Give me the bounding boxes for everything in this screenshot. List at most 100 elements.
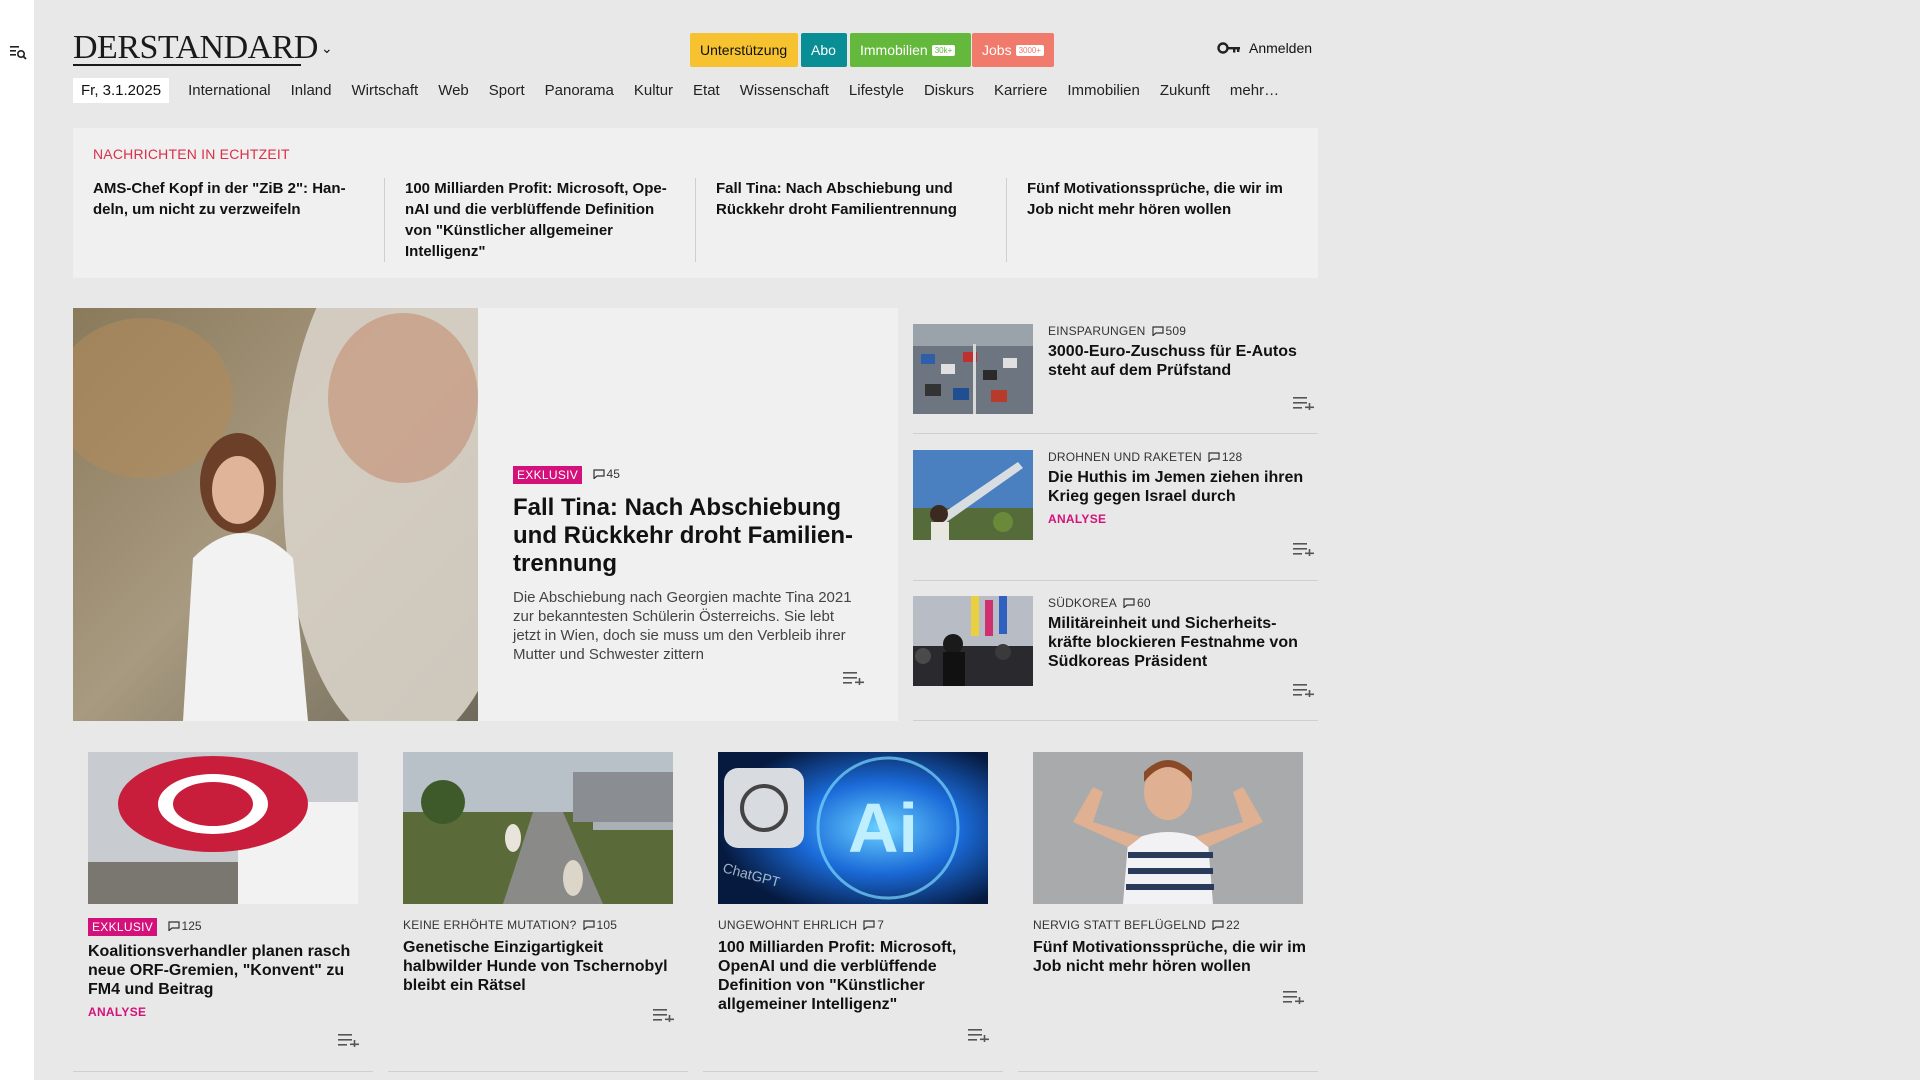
nav-item-diskurs[interactable]: Diskurs — [924, 82, 974, 99]
article-kicker: DROHNEN UND RAKETEN — [1048, 450, 1202, 464]
add-to-list-icon[interactable] — [1293, 396, 1315, 410]
comment-icon — [592, 469, 605, 479]
nav-item-inland[interactable]: Inland — [291, 82, 332, 99]
article-card[interactable]: NERVIG STATT BEFLÜGELND 22 Fünf Motivati… — [1018, 752, 1318, 1072]
immobilien-button[interactable]: Immobilien 30k+ — [850, 33, 971, 67]
add-to-list-icon[interactable] — [1293, 542, 1315, 556]
side-article-title[interactable]: 3000-Euro-Zuschuss für E-Autos steht auf… — [1048, 342, 1313, 380]
comment-count[interactable]: 60 — [1123, 596, 1151, 610]
comment-count[interactable]: 125 — [167, 919, 202, 933]
live-news-item[interactable]: 100 Milliarden Profit: Microsoft, Ope­nA… — [384, 178, 695, 262]
article-card[interactable]: Ai ChatGPT UNGEWOHNT EHRLICH 7 100 Milli… — [703, 752, 1003, 1072]
ai-logo-text: Ai — [848, 789, 918, 867]
nav-item-more[interactable]: mehr… — [1230, 82, 1279, 99]
comment-count[interactable]: 22 — [1212, 918, 1240, 932]
add-to-list-icon[interactable] — [1283, 990, 1305, 1004]
nav-item-sport[interactable]: Sport — [489, 82, 525, 99]
article-kicker: SÜDKOREA — [1048, 596, 1117, 610]
comment-count-value: 128 — [1221, 450, 1243, 464]
nav-item-etat[interactable]: Etat — [693, 82, 720, 99]
comment-count[interactable]: 45 — [592, 467, 620, 481]
comment-count[interactable]: 128 — [1208, 450, 1243, 464]
header: DERSTANDARD ⌄ Unterstützung Abo Immobili… — [73, 0, 1318, 110]
section-nav: Fr, 3.1.2025 International Inland Wirtsc… — [73, 76, 1299, 104]
nav-item-panorama[interactable]: Panorama — [545, 82, 614, 99]
nav-item-kultur[interactable]: Kultur — [634, 82, 673, 99]
live-news-item[interactable]: Fall Tina: Nach Abschiebung und Rückkehr… — [695, 178, 1006, 262]
side-article-title[interactable]: Militäreinheit und Sicherheits­kräfte bl… — [1048, 614, 1313, 671]
logo[interactable]: DERSTANDARD — [73, 29, 318, 67]
add-to-list-icon[interactable] — [843, 671, 865, 685]
article-kicker: NERVIG STATT BEFLÜGELND — [1033, 918, 1207, 932]
nav-item-international[interactable]: International — [188, 82, 271, 99]
comment-count-value: 7 — [877, 918, 885, 932]
comment-count-value: 125 — [181, 919, 202, 933]
lead-article-image — [73, 308, 478, 721]
side-article[interactable]: EINSPARUNGEN 509 3000-Euro-Zuschuss für … — [913, 308, 1318, 434]
menu-search-icon[interactable] — [9, 43, 27, 61]
lead-article-title[interactable]: Fall Tina: Nach Abschiebung und Rückkehr… — [513, 494, 863, 578]
comment-icon — [1208, 452, 1220, 462]
immo-count-badge: 30k+ — [931, 45, 956, 56]
nav-item-wissenschaft[interactable]: Wissenschaft — [740, 82, 829, 99]
comment-icon — [1212, 920, 1224, 930]
analyse-label: ANALYSE — [1048, 512, 1107, 526]
exklusiv-badge: EXKLUSIV — [88, 918, 158, 936]
key-icon — [1217, 42, 1240, 54]
add-to-list-icon[interactable] — [968, 1028, 990, 1042]
lead-article[interactable]: EXKLUSIV 45 Fall Tina: Nach Abschiebung … — [73, 308, 898, 721]
side-article-image — [913, 596, 1033, 686]
nav-item-lifestyle[interactable]: Lifestyle — [849, 82, 904, 99]
article-card[interactable]: KEINE ERHÖHTE MUTATION? 105 Genetische E… — [388, 752, 688, 1072]
abo-label: Abo — [811, 42, 836, 58]
side-article-image — [913, 450, 1033, 540]
support-label: Unterstützung — [700, 42, 788, 58]
chevron-down-icon[interactable]: ⌄ — [321, 40, 333, 57]
article-kicker: KEINE ERHÖHTE MUTATION? — [403, 918, 577, 932]
nav-item-zukunft[interactable]: Zukunft — [1160, 82, 1210, 99]
article-card-title[interactable]: Genetische Einzigartigkeit halbwilder Hu… — [403, 938, 678, 995]
article-card-title[interactable]: Koalitionsverhandler planen rasch neue O… — [88, 942, 363, 999]
jobs-count-badge: 3000+ — [1015, 45, 1045, 56]
add-to-list-icon[interactable] — [653, 1008, 675, 1022]
comment-count-value: 509 — [1165, 324, 1187, 338]
side-article[interactable]: SÜDKOREA 60 Militäreinheit und Sicherhei… — [913, 581, 1318, 721]
nav-item-web[interactable]: Web — [438, 82, 469, 99]
article-card-title[interactable]: 100 Milliarden Profit: Microsoft, OpenAI… — [718, 938, 993, 1014]
comment-icon — [863, 920, 875, 930]
add-to-list-icon[interactable] — [1293, 683, 1315, 697]
article-card-image — [1033, 752, 1303, 904]
article-card-title[interactable]: Fünf Motivationssprüche, die wir im Job … — [1033, 938, 1308, 976]
comment-count[interactable]: 105 — [582, 918, 618, 932]
article-card-image: Ai ChatGPT — [718, 752, 988, 904]
logo-underline — [73, 64, 301, 66]
jobs-button[interactable]: Jobs 3000+ — [972, 33, 1054, 67]
comment-count-value: 22 — [1226, 918, 1240, 932]
live-news-item[interactable]: Fünf Motivationssprüche, die wir im Job … — [1006, 178, 1317, 262]
side-article[interactable]: DROHNEN UND RAKETEN 128 Die Huthis im Je… — [913, 434, 1318, 581]
add-to-list-icon[interactable] — [338, 1033, 360, 1047]
analyse-label: ANALYSE — [88, 1005, 147, 1019]
side-article-image — [913, 324, 1033, 414]
login-button[interactable]: Anmelden — [1217, 40, 1312, 56]
comment-count-value: 45 — [606, 467, 620, 481]
immo-label: Immobilien — [860, 42, 928, 58]
article-kicker: EINSPARUNGEN — [1048, 324, 1146, 338]
side-article-title[interactable]: Die Huthis im Jemen ziehen ihren Krieg g… — [1048, 468, 1313, 506]
nav-item-wirtschaft[interactable]: Wirtschaft — [352, 82, 419, 99]
support-button[interactable]: Unterstützung — [690, 33, 798, 67]
login-label: Anmelden — [1249, 40, 1313, 56]
exklusiv-badge: EXKLUSIV — [513, 466, 583, 484]
comment-count[interactable]: 509 — [1151, 324, 1187, 338]
live-news-item[interactable]: AMS-Chef Kopf in der "ZiB 2": Han­deln, … — [73, 178, 384, 262]
left-sidebar — [0, 0, 34, 1080]
article-card[interactable]: EXKLUSIV 125 Koalitionsverhandler planen… — [73, 752, 373, 1072]
comment-icon — [167, 921, 180, 931]
abo-button[interactable]: Abo — [801, 33, 847, 67]
article-card-image — [403, 752, 673, 904]
nav-item-immobilien[interactable]: Immobilien — [1067, 82, 1140, 99]
nav-item-karriere[interactable]: Karriere — [994, 82, 1047, 99]
comment-count[interactable]: 7 — [863, 918, 884, 932]
jobs-label: Jobs — [982, 42, 1012, 58]
current-date: Fr, 3.1.2025 — [73, 77, 170, 103]
